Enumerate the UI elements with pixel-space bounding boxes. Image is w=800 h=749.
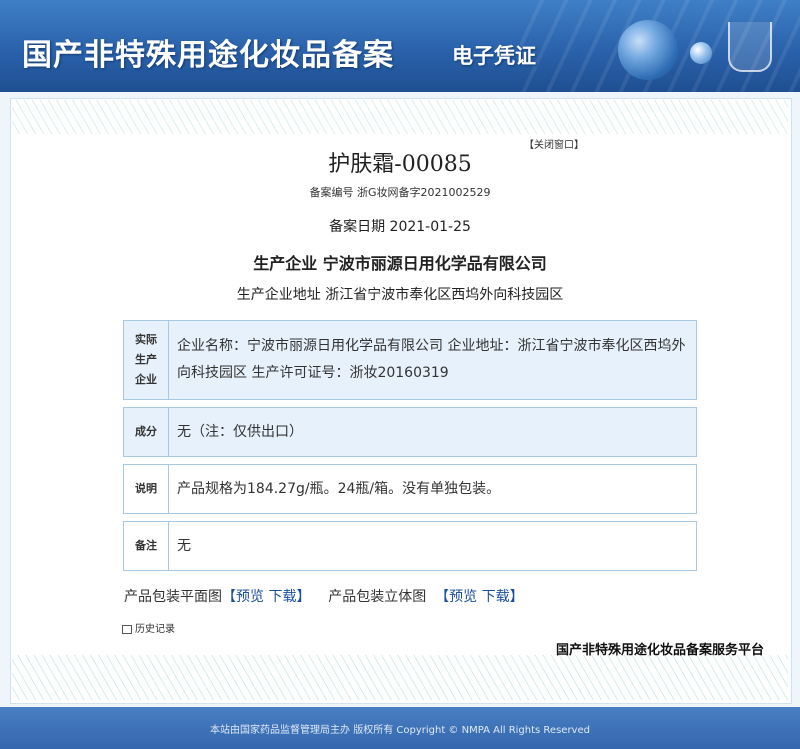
molecule-icon xyxy=(690,42,712,64)
row-value: 无（注：仅供出口） xyxy=(177,423,303,440)
history-label: 历史记录 xyxy=(135,624,175,635)
row-value: 企业名称：宁波市丽源日用化学品有限公司 企业地址：浙江省宁波市奉化区西坞外向科技… xyxy=(177,338,686,381)
solid-download-link[interactable]: 下载】 xyxy=(482,589,524,605)
row-label: 说明 xyxy=(124,465,169,513)
row-label: 备注 xyxy=(124,522,169,570)
beaker-icon xyxy=(728,22,772,72)
banner-subtitle: 电子凭证 xyxy=(452,43,536,68)
solid-preview-link[interactable]: 【预览 xyxy=(435,589,477,605)
row-label: 实际 生产 企业 xyxy=(124,321,169,399)
flat-packaging-label: 产品包装平面图 xyxy=(124,589,222,605)
banner-title: 国产非特殊用途化妆品备案 xyxy=(22,38,394,73)
history-link[interactable]: 历史记录 xyxy=(122,620,175,635)
globe-icon xyxy=(618,20,678,80)
row-remarks: 备注 无 xyxy=(123,521,697,571)
flat-download-link[interactable]: 下载】 xyxy=(268,589,310,605)
producer-address: 生产企业地址 浙江省宁波市奉化区西坞外向科技园区 xyxy=(236,287,564,303)
solid-packaging-label: 产品包装立体图 xyxy=(328,589,427,605)
guilloche-pattern-top xyxy=(12,100,788,134)
row-value: 无 xyxy=(177,537,191,554)
footer-copyright: 本站由国家药品监督管理局主办 版权所有 Copyright © NMPA All… xyxy=(210,725,590,736)
row-ingredients: 成分 无（注：仅供出口） xyxy=(123,407,697,457)
history-icon xyxy=(122,624,132,634)
row-actual-producer: 实际 生产 企业 企业名称：宁波市丽源日用化学品有限公司 企业地址：浙江省宁波市… xyxy=(123,320,697,400)
packaging-links: 产品包装平面图【预览 下载】 产品包装立体图 【预览 下载】 xyxy=(124,586,524,606)
row-description: 说明 产品规格为184.27g/瓶。24瓶/箱。没有单独包装。 xyxy=(123,464,697,514)
guilloche-pattern-bottom xyxy=(12,655,788,700)
row-label: 成分 xyxy=(124,408,169,456)
row-value: 产品规格为184.27g/瓶。24瓶/箱。没有单独包装。 xyxy=(177,480,501,497)
registration-date: 备案日期 2021-01-25 xyxy=(329,219,471,235)
platform-name: 国产非特殊用途化妆品备案服务平台 xyxy=(556,643,765,658)
producer-name: 生产企业 宁波市丽源日用化学品有限公司 xyxy=(253,254,547,273)
registration-number: 备案编号 浙G妆网备字2021002529 xyxy=(309,186,491,199)
footer: 本站由国家药品监督管理局主办 版权所有 Copyright © NMPA All… xyxy=(0,707,800,749)
product-name: 护肤霜-00085 xyxy=(328,152,472,177)
flat-preview-link[interactable]: 【预览 xyxy=(222,589,264,605)
header-banner: 国产非特殊用途化妆品备案 电子凭证 xyxy=(0,0,800,92)
